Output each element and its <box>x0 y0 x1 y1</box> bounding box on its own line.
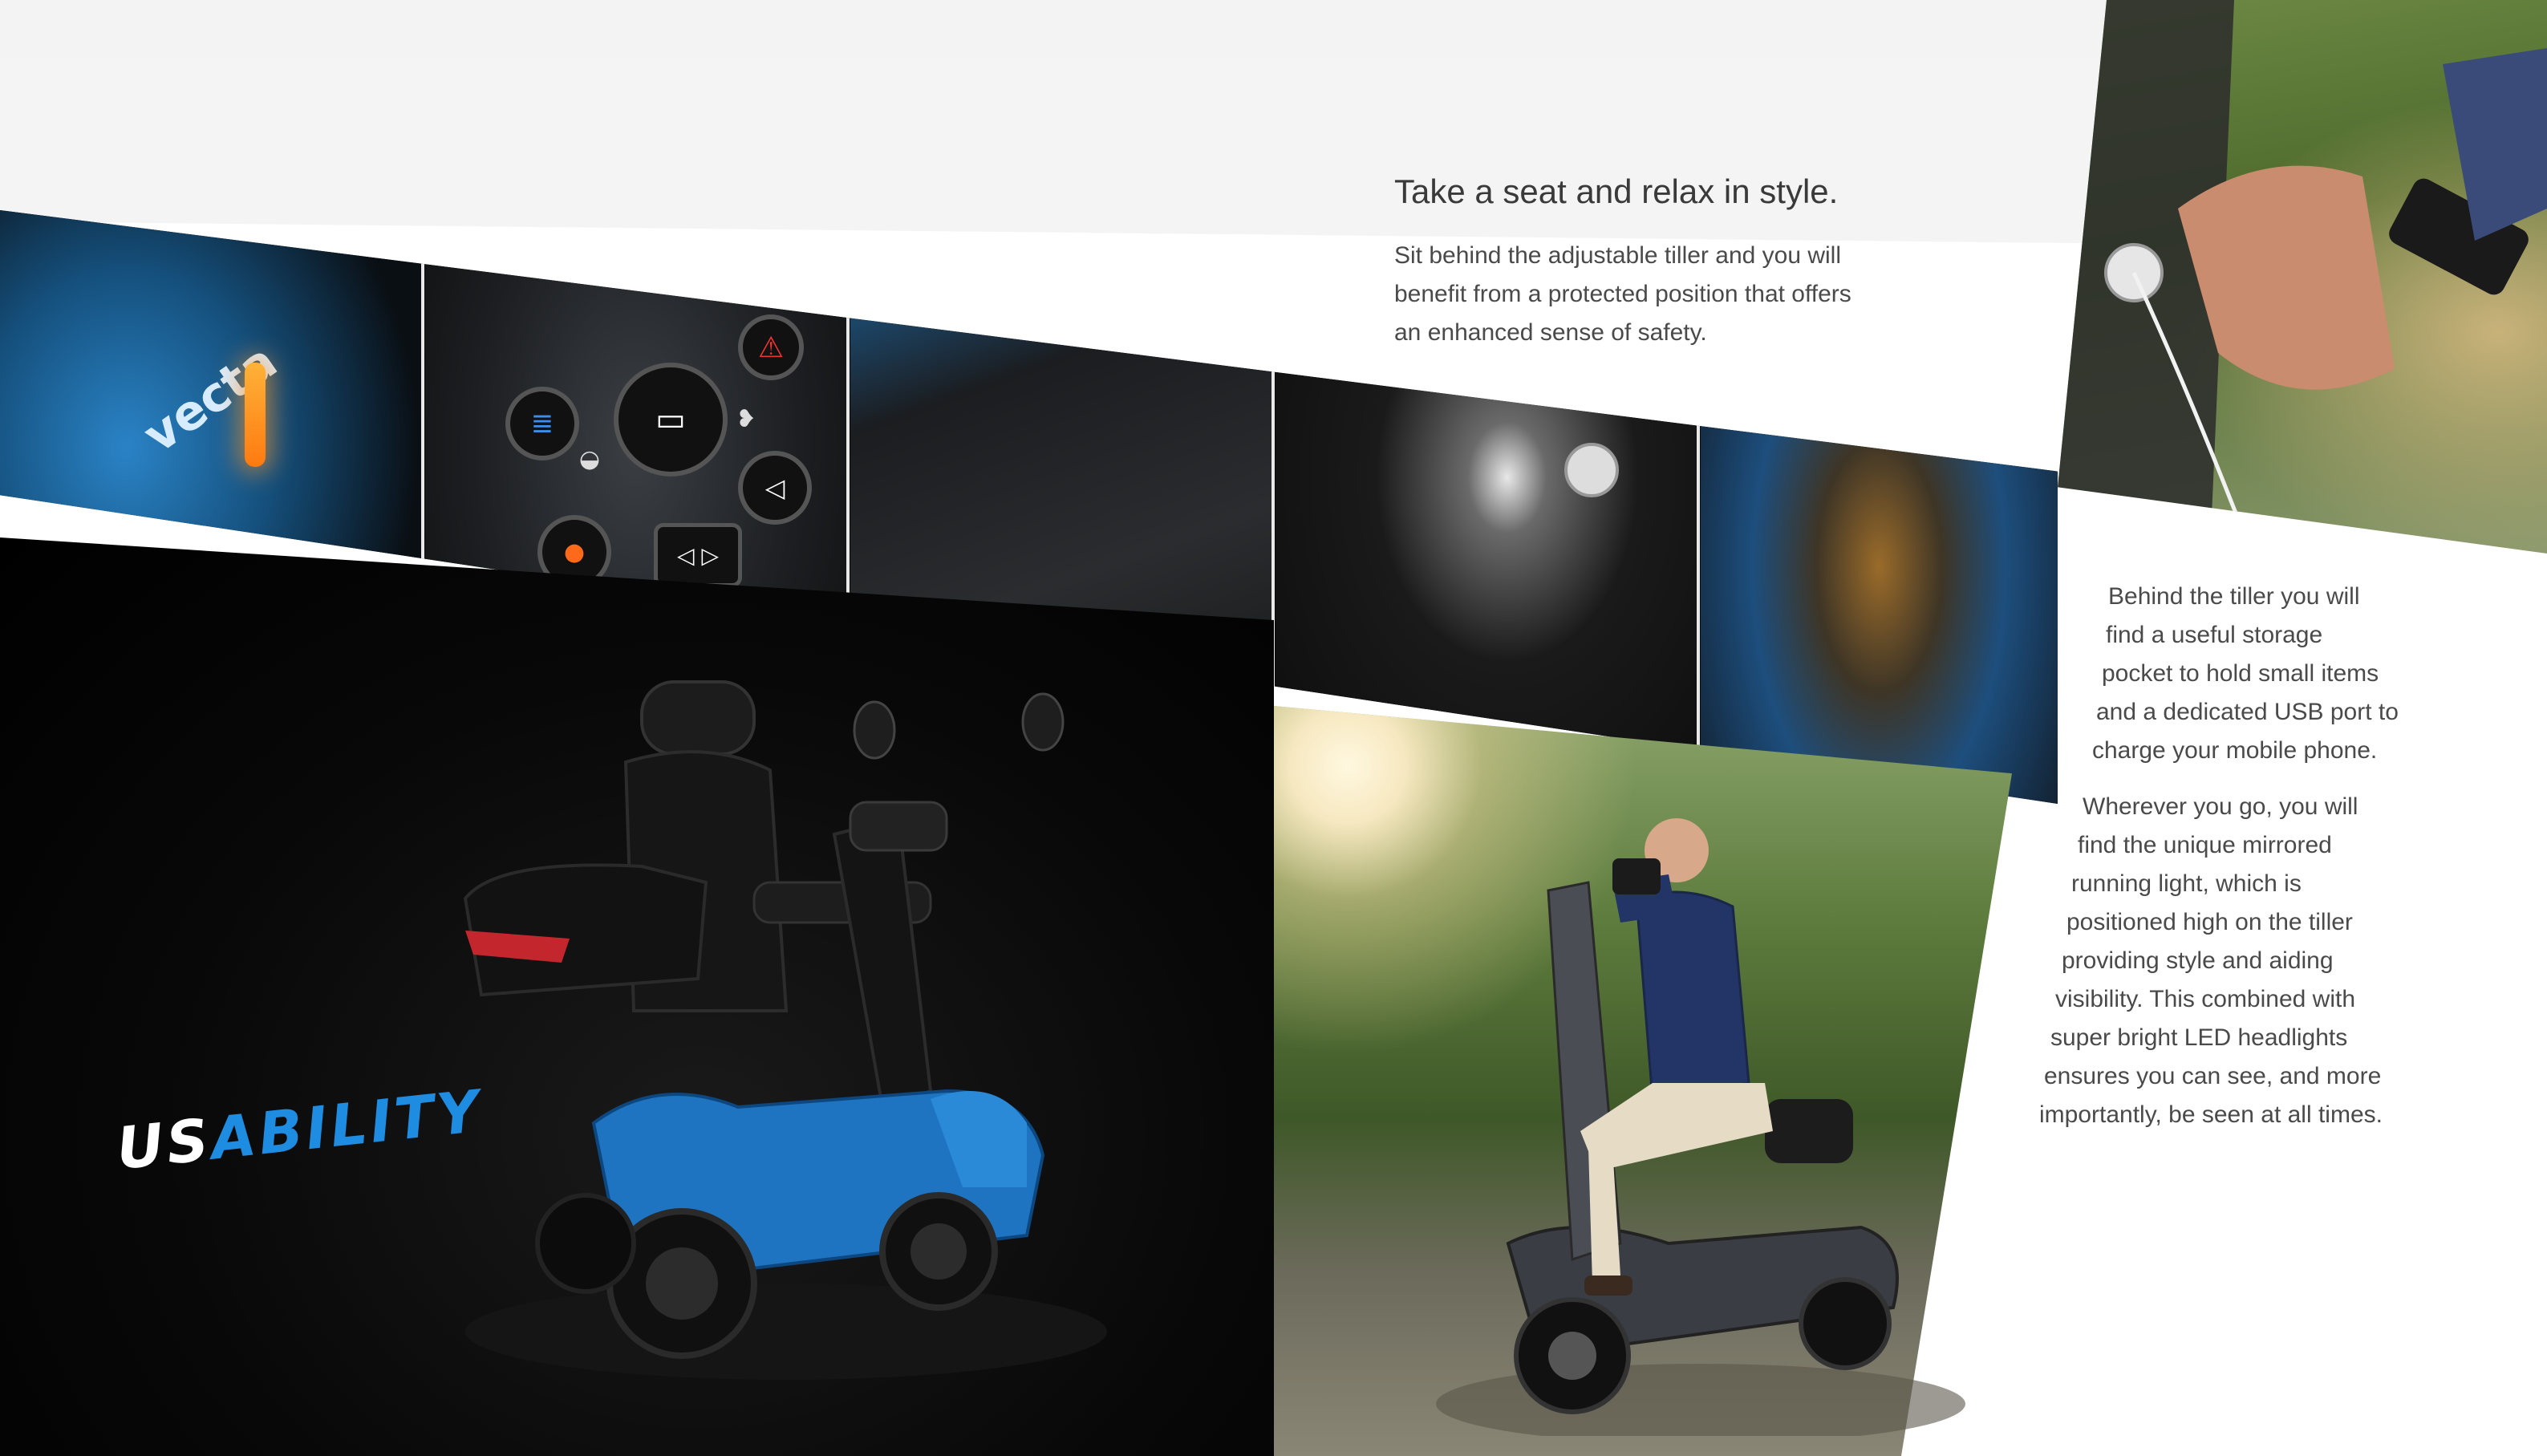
light-line: running light, which is <box>2071 870 2302 897</box>
usb-port-icon <box>1564 443 1619 497</box>
intro-line: an enhanced sense of safety. <box>1394 319 1707 346</box>
battery-gauge-icon: ▭ <box>614 363 728 477</box>
usb-charging-photo <box>2058 0 2547 554</box>
section-title-us: US <box>113 1105 215 1182</box>
storage-line: Behind the tiller you will <box>2108 583 2360 610</box>
storage-line: find a useful storage <box>2106 622 2323 648</box>
scooter-image <box>463 680 1107 1380</box>
hazard-icon: ⚠ <box>738 314 804 380</box>
usb-charging-illustration <box>2058 0 2547 554</box>
light-line: Wherever you go, you will <box>2083 793 2358 820</box>
intro-line: Sit behind the adjustable tiller and you… <box>1394 242 1842 269</box>
light-line: providing style and aiding <box>2062 947 2334 974</box>
light-line: super bright LED headlights <box>2050 1024 2348 1051</box>
man-on-scooter-figure <box>1436 818 1965 1436</box>
horn-icon: ◁ <box>738 451 812 525</box>
heading: Take a seat and relax in style. <box>1394 172 1839 210</box>
light-line: visibility. This combined with <box>2055 986 2356 1012</box>
turtle-icon: ◒ <box>578 444 601 473</box>
intro-line: benefit from a protected position that o… <box>1394 281 1851 307</box>
light-line: find the unique mirrored <box>2078 832 2332 858</box>
running-light <box>245 363 266 467</box>
indicator-arrows-icon: ◁ ▷ <box>654 523 742 587</box>
storage-line: and a dedicated USB port to <box>2096 699 2399 725</box>
storage-paragraph: Behind the tiller you will find a useful… <box>2022 578 2439 770</box>
light-line: positioned high on the tiller <box>2066 909 2353 935</box>
running-light-paragraph: Wherever you go, you will find the uniqu… <box>2022 788 2439 1134</box>
brochure-spread: vecta ⚠ ≣ ▭ ◒ ❥ ◁ ● ◁ ▷ USABILITY Take a… <box>0 0 2547 1456</box>
storage-line: charge your mobile phone. <box>2092 737 2378 764</box>
intro-paragraph: Sit behind the adjustable tiller and you… <box>1394 237 1851 352</box>
light-line: ensures you can see, and more <box>2044 1063 2382 1089</box>
hare-icon: ❥ <box>736 404 756 433</box>
headlight-icon: ≣ <box>505 387 579 460</box>
light-line: importantly, be seen at all times. <box>2039 1101 2383 1128</box>
storage-line: pocket to hold small items <box>2102 660 2379 687</box>
